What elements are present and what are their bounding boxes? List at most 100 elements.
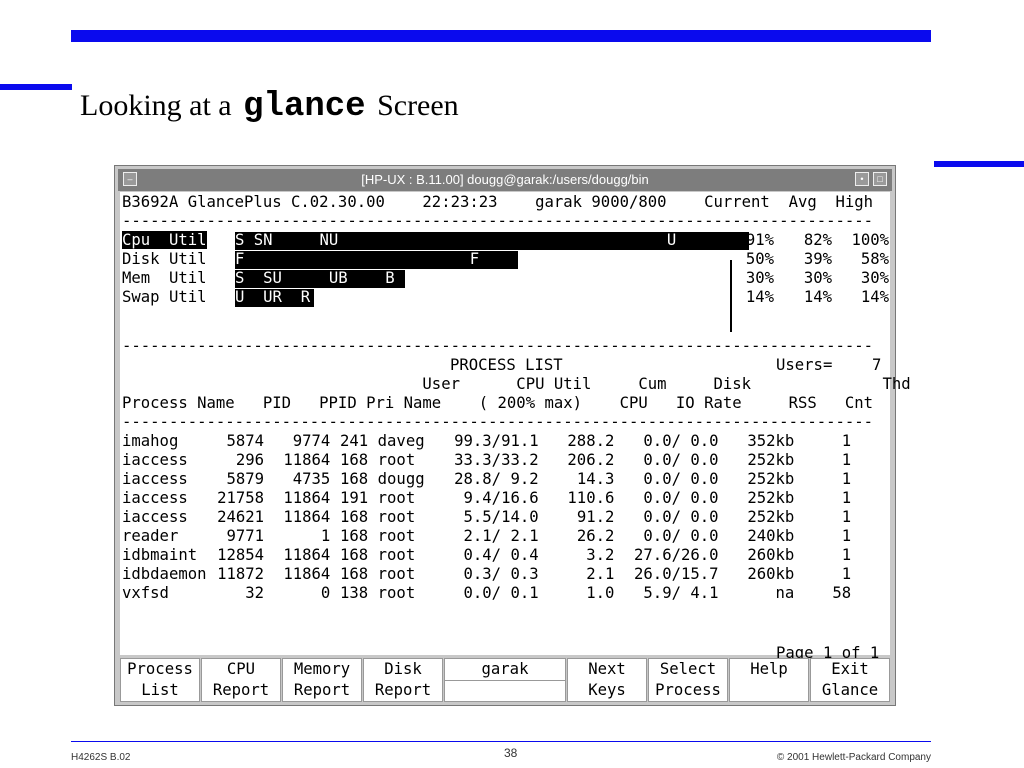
process-pid: 32 (245, 584, 265, 602)
process-thd: 1 (841, 432, 852, 450)
softkey-exit[interactable]: Exit Glance (810, 658, 890, 702)
window-minimize-icon[interactable]: • (855, 172, 869, 186)
softkey-line2: Keys (588, 681, 626, 699)
glance-terminal[interactable]: B3692A GlancePlus C.02.30.00 22:23:23 ga… (120, 192, 911, 683)
top-accent-bar (71, 30, 931, 42)
process-name: imahog (122, 432, 179, 450)
process-name: iaccess (122, 470, 188, 488)
process-io: 26.0/15.7 (634, 565, 719, 583)
separator-line: ----------------------------------------… (122, 212, 874, 230)
process-cpu: 2.1/ 2.1 (463, 527, 539, 545)
process-name: idbdaemon (122, 565, 207, 583)
process-pid: 5879 (226, 470, 265, 488)
process-user: root (377, 546, 416, 564)
softkey-line1: Process (127, 660, 193, 678)
softkey-garak[interactable]: garak (444, 658, 566, 702)
process-io: 5.9/ 4.1 (643, 584, 719, 602)
process-row[interactable]: imahog 5874 9774 241 daveg 99.3/91.1 288.2 0.0/… (122, 432, 851, 451)
process-cum: 110.6 (567, 489, 615, 507)
process-thd: 1 (841, 470, 852, 488)
process-ppid: 11864 (283, 508, 331, 526)
softkey-line2: Process (655, 681, 721, 699)
process-pri: 138 (340, 584, 369, 602)
softkey-line2: Report (293, 681, 351, 699)
process-pri: 191 (340, 489, 369, 507)
process-row[interactable]: idbmaint 12854 11864 168 root 0.4/ 0.4 3.2 27.6… (122, 546, 851, 565)
glance-header-line: B3692A GlancePlus C.02.30.00 22:23:23 ga… (122, 193, 874, 211)
util-avg: 14% (803, 288, 832, 306)
process-io: 0.0/ 0.0 (643, 508, 719, 526)
process-ppid: 1 (320, 527, 331, 545)
process-ppid: 0 (320, 584, 331, 602)
window-maximize-icon[interactable]: □ (873, 172, 887, 186)
separator-line: ----------------------------------------… (122, 413, 874, 431)
util-avg: 39% (803, 250, 832, 268)
process-row[interactable]: idbdaemon 11872 11864 168 root 0.3/ 0.3 2.1 26.… (122, 565, 851, 584)
softkey-help[interactable]: Help (729, 658, 809, 702)
softkey-line1: Next (588, 660, 626, 678)
process-rss: 260kb (747, 565, 795, 583)
process-rss: na (775, 584, 795, 602)
process-cpu: 33.3/33.2 (454, 451, 539, 469)
process-row[interactable]: vxfsd 32 0 138 root 0.0/ 0.1 1.0 5.9/ 4.1 na 58 (122, 584, 851, 603)
process-row[interactable]: iaccess 21758 11864 191 root 9.4/16.6 110.6 0.0… (122, 489, 851, 508)
process-pri: 168 (340, 527, 369, 545)
process-rss: 352kb (747, 432, 795, 450)
util-avg: 30% (803, 269, 832, 287)
process-pid: 296 (235, 451, 265, 469)
right-accent-bar (934, 161, 1024, 167)
process-pri: 241 (340, 432, 369, 450)
util-avg: 82% (803, 231, 832, 249)
process-rss: 260kb (747, 546, 795, 564)
process-thd: 1 (841, 489, 852, 507)
util-high: 100% (851, 231, 889, 249)
process-ppid: 11864 (283, 546, 331, 564)
process-ppid: 4735 (292, 470, 331, 488)
process-pid: 11872 (217, 565, 265, 583)
process-row[interactable]: iaccess 296 11864 168 root 33.3/33.2 206.2 0.0/… (122, 451, 851, 470)
process-name: reader (122, 527, 179, 545)
softkey-process[interactable]: Process List (120, 658, 200, 702)
footer-copyright: © 2001 Hewlett-Packard Company (776, 752, 931, 763)
util-current: 91% (745, 231, 774, 249)
softkey-cpu[interactable]: CPU Report (201, 658, 281, 702)
window-menu-icon[interactable]: – (123, 172, 137, 186)
softkey-line1: Disk (384, 660, 422, 678)
process-user: root (377, 527, 416, 545)
process-row[interactable]: iaccess 5879 4735 168 dougg 28.8/ 9.2 14.3 0.0/… (122, 470, 851, 489)
process-rss: 240kb (747, 527, 795, 545)
process-header-line1: User CPU Util Cum Disk Thd (122, 375, 911, 393)
separator-line: ----------------------------------------… (122, 337, 874, 355)
softkey-line1: Select (659, 660, 717, 678)
process-io: 0.0/ 0.0 (643, 451, 719, 469)
process-cum: 26.2 (576, 527, 615, 545)
process-row[interactable]: iaccess 24621 11864 168 root 5.5/14.0 91.2 0.0/… (122, 508, 851, 527)
process-rss: 252kb (747, 489, 795, 507)
softkey-select[interactable]: Select Process (648, 658, 728, 702)
util-high: 14% (860, 288, 889, 306)
process-rss: 252kb (747, 508, 795, 526)
process-name: iaccess (122, 451, 188, 469)
util-current: 50% (745, 250, 774, 268)
util-label: Swap Util (122, 288, 207, 307)
process-cpu: 0.3/ 0.3 (463, 565, 539, 583)
util-label-text: Cpu Util (122, 231, 207, 249)
footer-course-code: H4262S B.02 (71, 752, 131, 763)
softkey-next[interactable]: Next Keys (567, 658, 647, 702)
util-high: 30% (860, 269, 889, 287)
softkey-bar: Process List CPU Report Memory Report Disk Repo… (120, 658, 890, 702)
softkey-memory[interactable]: Memory Report (282, 658, 362, 702)
process-ppid: 11864 (283, 451, 331, 469)
process-cum: 288.2 (567, 432, 615, 450)
process-thd: 58 (832, 584, 852, 602)
process-cpu: 9.4/16.6 (463, 489, 539, 507)
process-pri: 168 (340, 451, 369, 469)
softkey-line1: garak (481, 660, 529, 678)
process-row[interactable]: reader 9771 1 168 root 2.1/ 2.1 26.2 0.0/ 0.0 24… (122, 527, 851, 546)
window-titlebar[interactable]: [HP-UX : B.11.00] dougg@garak:/users/dou… (118, 169, 892, 191)
util-label: Cpu Util (122, 231, 207, 250)
process-ppid: 11864 (283, 565, 331, 583)
softkey-disk[interactable]: Disk Report (363, 658, 443, 702)
util-bar-text: U UR R (235, 288, 311, 306)
title-suffix: Screen (377, 89, 459, 122)
